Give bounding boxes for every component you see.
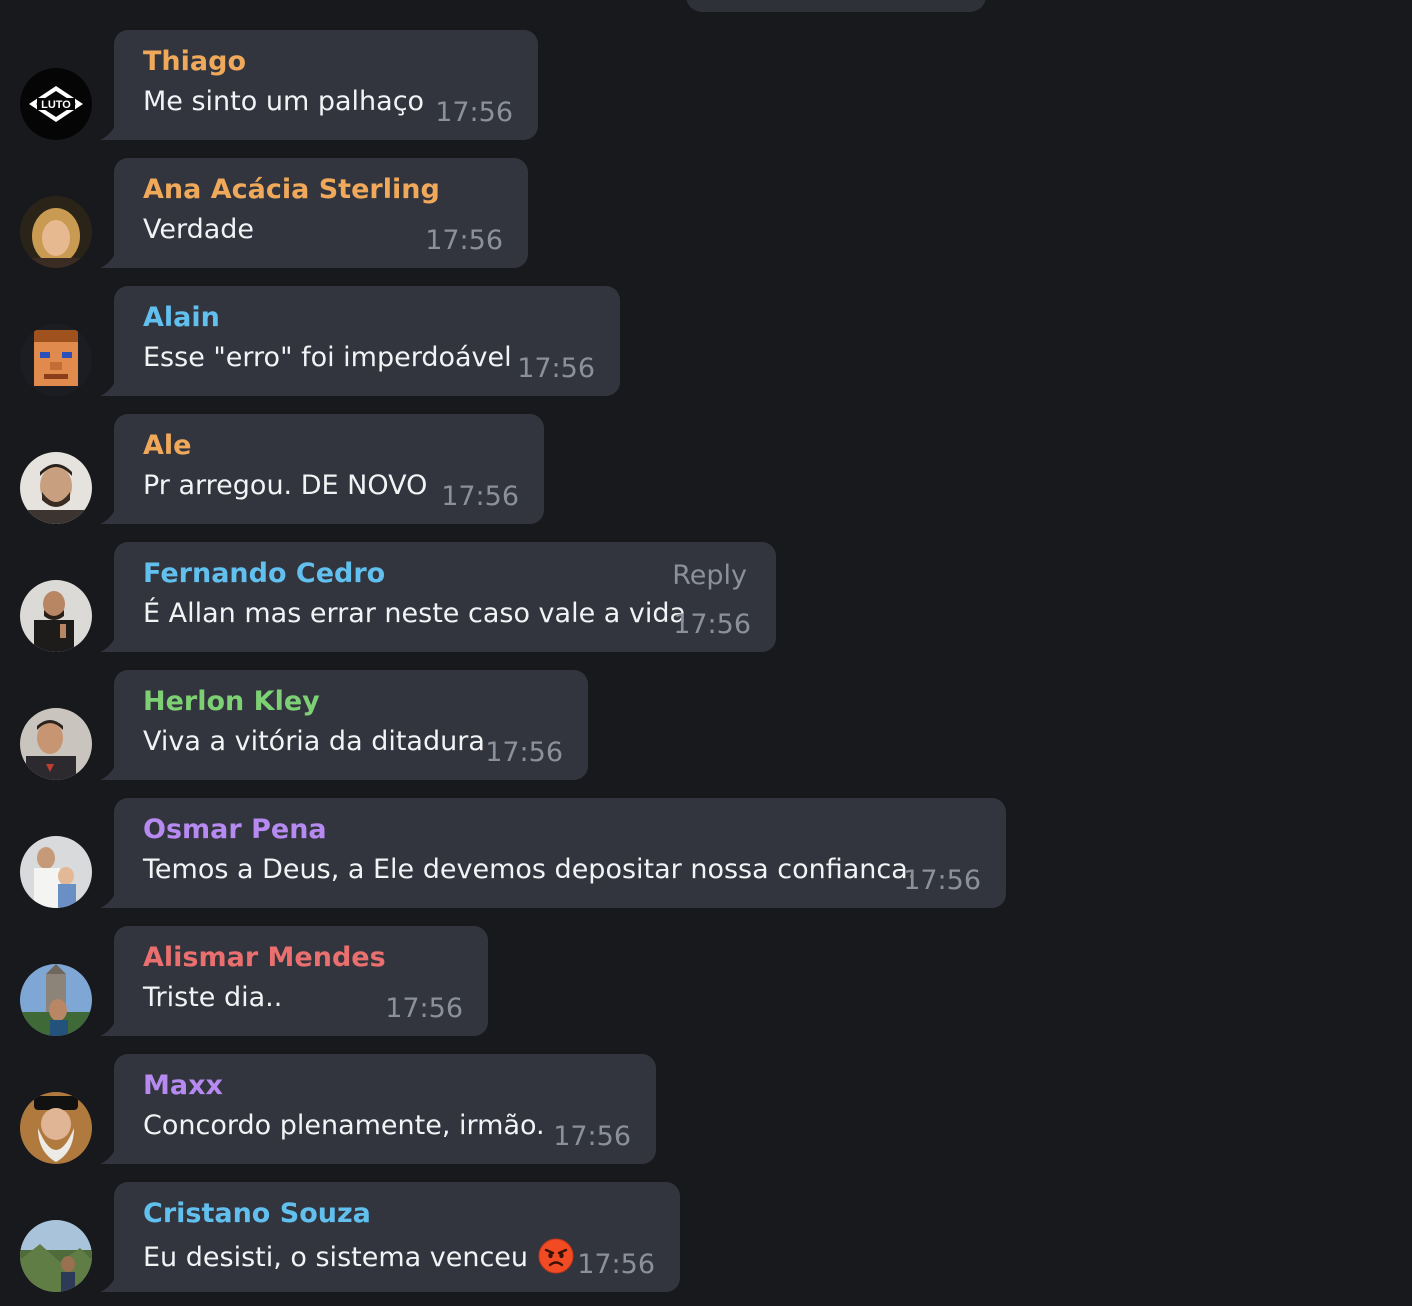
message-text: Pr arregou. DE NOVO bbox=[143, 470, 428, 501]
message-bubble[interactable]: Thiago Me sinto um palhaço 17:56 bbox=[114, 30, 538, 140]
message-time: 17:56 bbox=[435, 97, 513, 128]
message-text: Esse "erro" foi imperdoável bbox=[143, 342, 512, 373]
message-time: 17:56 bbox=[553, 1121, 631, 1152]
woman-photo-icon bbox=[20, 196, 92, 268]
message-bubble[interactable]: Cristano Souza Eu desisti, o sistema ven… bbox=[114, 1182, 680, 1292]
message-time: 17:56 bbox=[441, 481, 519, 512]
angry-face-emoji-icon bbox=[538, 1238, 574, 1274]
message-time: 17:56 bbox=[577, 1249, 655, 1280]
avatar[interactable] bbox=[20, 1092, 92, 1164]
message-time: 17:56 bbox=[673, 609, 751, 640]
sender-name[interactable]: Alain bbox=[143, 302, 220, 333]
church-photo-icon bbox=[20, 964, 92, 1036]
sender-name[interactable]: Cristano Souza bbox=[143, 1198, 371, 1229]
sender-name[interactable]: Maxx bbox=[143, 1070, 223, 1101]
message-bubble[interactable]: Alismar Mendes Triste dia.. 17:56 bbox=[114, 926, 488, 1036]
avatar[interactable] bbox=[20, 452, 92, 524]
sender-name[interactable]: Osmar Pena bbox=[143, 814, 327, 845]
avatar[interactable] bbox=[20, 964, 92, 1036]
message-bubble[interactable]: Alain Esse "erro" foi imperdoável 17:56 bbox=[114, 286, 620, 396]
message-text: Viva a vitória da ditadura bbox=[143, 726, 485, 757]
sender-name[interactable]: Alismar Mendes bbox=[143, 942, 386, 973]
bearded-man-photo-icon bbox=[20, 1092, 92, 1164]
avatar[interactable] bbox=[20, 1220, 92, 1292]
message-text: Eu desisti, o sistema venceu bbox=[143, 1242, 529, 1273]
sender-name[interactable]: Ale bbox=[143, 430, 191, 461]
message-text: Me sinto um palhaço bbox=[143, 86, 425, 117]
avatar[interactable] bbox=[20, 708, 92, 780]
message-bubble[interactable]: Osmar Pena Temos a Deus, a Ele devemos d… bbox=[114, 798, 1006, 908]
message-time: 17:56 bbox=[385, 993, 463, 1024]
message-time: 17:56 bbox=[425, 225, 503, 256]
message-text: É Allan mas errar neste caso vale a vida bbox=[143, 598, 687, 629]
message-bubble[interactable]: Maxx Concordo plenamente, irmão. 17:56 bbox=[114, 1054, 656, 1164]
message-text: Concordo plenamente, irmão. bbox=[143, 1110, 545, 1141]
message-text: Verdade bbox=[143, 214, 255, 245]
luto-logo-icon: LUTO bbox=[20, 68, 92, 140]
family-photo-icon bbox=[20, 836, 92, 908]
previous-message-bubble[interactable] bbox=[686, 0, 986, 12]
avatar[interactable] bbox=[20, 836, 92, 908]
avatar[interactable]: LUTO bbox=[20, 68, 92, 140]
chat-history[interactable]: LUTO Thiago Me sinto um palhaço 17:56 An… bbox=[0, 0, 1412, 1306]
message-text-line: Eu desisti, o sistema venceu bbox=[143, 1238, 574, 1274]
avatar[interactable] bbox=[20, 580, 92, 652]
sender-name[interactable]: Thiago bbox=[143, 46, 246, 77]
reply-button[interactable]: Reply bbox=[672, 560, 747, 591]
message-time: 17:56 bbox=[485, 737, 563, 768]
landscape-photo-icon bbox=[20, 1220, 92, 1292]
message-bubble[interactable]: Herlon Kley Viva a vitória da ditadura 1… bbox=[114, 670, 588, 780]
sender-name[interactable]: Fernando Cedro bbox=[143, 558, 385, 589]
message-bubble[interactable]: Ale Pr arregou. DE NOVO 17:56 bbox=[114, 414, 544, 524]
sender-name[interactable]: Ana Acácia Sterling bbox=[143, 174, 440, 205]
sender-name[interactable]: Herlon Kley bbox=[143, 686, 320, 717]
message-bubble[interactable]: Fernando Cedro Reply É Allan mas errar n… bbox=[114, 542, 776, 652]
message-time: 17:56 bbox=[903, 865, 981, 896]
message-bubble[interactable]: Ana Acácia Sterling Verdade 17:56 bbox=[114, 158, 528, 268]
message-time: 17:56 bbox=[517, 353, 595, 384]
man-photo-icon bbox=[20, 708, 92, 780]
speaker-photo-icon bbox=[20, 580, 92, 652]
avatar[interactable] bbox=[20, 196, 92, 268]
man-photo-icon bbox=[20, 452, 92, 524]
svg-text:LUTO: LUTO bbox=[41, 99, 71, 111]
message-text: Temos a Deus, a Ele devemos depositar no… bbox=[143, 854, 917, 885]
pixel-face-icon bbox=[20, 324, 92, 396]
avatar[interactable] bbox=[20, 324, 92, 396]
message-text: Triste dia.. bbox=[143, 982, 283, 1013]
